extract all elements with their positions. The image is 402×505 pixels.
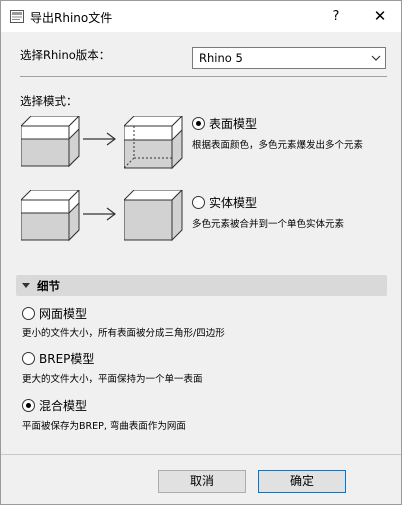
solid-model-desc: 多色元素被合并到一个单色实体元素 [192, 219, 345, 230]
arrow-right-icon [83, 207, 116, 221]
help-button[interactable]: ? [319, 2, 353, 31]
brep-model-desc: 更大的文件大小，平面保持为一个单一表面 [22, 374, 203, 385]
surface-model-desc: 根据表面颜色，多色元素爆发出多个元素 [192, 140, 364, 151]
mesh-model-label: 网面模型 [39, 307, 88, 321]
hybrid-model-radio[interactable] [22, 399, 35, 412]
cube-icon [21, 116, 80, 168]
details-title: 细节 [37, 279, 60, 293]
collapse-triangle-icon [22, 283, 30, 288]
rhino-app-icon [10, 10, 24, 23]
mesh-model-desc: 更小的文件大小，所有表面被分成三角形/四边形 [22, 328, 225, 339]
hybrid-model-desc: 平面被保存为BREP, 弯曲表面作为网面 [22, 421, 186, 432]
brep-model-label: BREP模型 [39, 352, 95, 366]
chevron-down-icon [371, 55, 381, 61]
window-title: 导出Rhino文件 [30, 11, 113, 25]
exploded-cube-icon [124, 116, 183, 170]
mode-label: 选择模式： [20, 94, 78, 108]
details-section-header[interactable]: 细节 [16, 275, 387, 296]
solid-model-radio[interactable] [192, 196, 205, 209]
mesh-model-radio[interactable] [22, 307, 35, 320]
hybrid-model-label: 混合模型 [39, 399, 88, 413]
brep-model-radio[interactable] [22, 352, 35, 365]
solid-model-illustration [21, 190, 80, 242]
version-select[interactable]: Rhino 5 [192, 47, 386, 69]
export-rhino-dialog: 导出Rhino文件 ? ✕ 选择Rhino版本： Rhino 5 选择模式： 表… [0, 0, 402, 505]
surface-model-label: 表面模型 [209, 117, 258, 131]
ok-button[interactable]: 确定 [258, 470, 346, 493]
solid-model-label: 实体模型 [209, 196, 258, 210]
close-button[interactable]: ✕ [361, 2, 399, 31]
surface-model-radio[interactable] [192, 117, 205, 130]
version-select-value: Rhino 5 [199, 51, 243, 65]
arrow-right-icon [83, 132, 116, 146]
solid-cube-icon [124, 190, 183, 242]
version-label: 选择Rhino版本： [20, 48, 111, 62]
footer-divider [1, 454, 401, 455]
divider [20, 76, 387, 77]
title-bar: 导出Rhino文件 ? ✕ [1, 1, 401, 32]
cancel-button[interactable]: 取消 [158, 470, 246, 493]
